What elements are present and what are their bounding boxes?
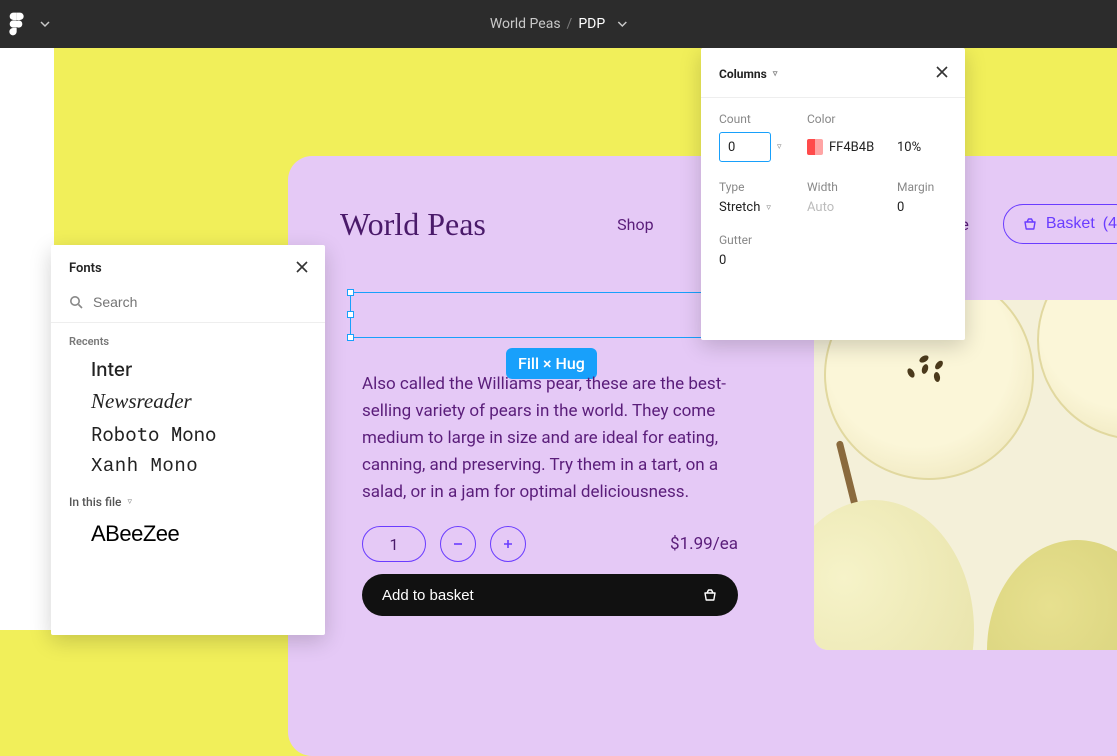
fonts-panel[interactable]: Fonts Recents Inter Newsreader Roboto Mo…	[51, 245, 325, 635]
font-item-newsreader[interactable]: Newsreader	[51, 385, 325, 418]
add-to-basket-button[interactable]: Add to basket	[362, 574, 738, 616]
columns-panel-header: Columns ▿	[701, 60, 965, 98]
fonts-panel-header: Fonts	[51, 245, 325, 288]
type-select[interactable]: Stretch ▿	[719, 200, 807, 215]
chevron-down-icon: ▿	[773, 69, 778, 79]
type-label: Type	[719, 180, 807, 194]
color-label: Color	[807, 112, 897, 126]
color-swatch[interactable]	[807, 139, 823, 155]
columns-title-text: Columns	[719, 67, 767, 81]
fonts-search-input[interactable]	[93, 294, 309, 310]
gutter-input[interactable]: 0	[719, 253, 807, 268]
type-value: Stretch	[719, 200, 760, 215]
gutter-label: Gutter	[719, 233, 807, 247]
search-icon	[69, 295, 83, 309]
columns-grid: Count Color 0 ▿ FF4B4B 10% Type Width Ma…	[701, 98, 965, 268]
color-field[interactable]: FF4B4B	[807, 132, 897, 162]
margin-label: Margin	[897, 180, 957, 194]
chevron-down-icon: ▿	[127, 497, 132, 507]
basket-icon	[1022, 216, 1038, 232]
chevron-down-icon[interactable]: ▿	[777, 142, 782, 152]
font-item-inter[interactable]: Inter	[51, 354, 325, 385]
decrement-button[interactable]	[440, 526, 476, 562]
chevron-down-icon: ▿	[766, 203, 771, 213]
basket-icon	[702, 587, 718, 603]
margin-input[interactable]: 0	[897, 200, 957, 215]
basket-button[interactable]: Basket (4	[1003, 204, 1117, 244]
count-label: Count	[719, 112, 807, 126]
resize-handle[interactable]	[347, 311, 354, 318]
basket-count: (4	[1103, 215, 1117, 233]
product-description[interactable]: Also called the Williams pear, these are…	[362, 371, 736, 506]
breadcrumb[interactable]: World Peas / PDP	[490, 16, 627, 32]
fonts-panel-title: Fonts	[69, 261, 102, 276]
resize-handle[interactable]	[347, 334, 354, 341]
app-toolbar: World Peas / PDP	[0, 0, 1117, 48]
page-name[interactable]: PDP	[578, 16, 605, 32]
resize-handle[interactable]	[347, 289, 354, 296]
price-label: $1.99/ea	[670, 534, 738, 554]
columns-panel-title[interactable]: Columns ▿	[719, 67, 777, 81]
basket-label: Basket	[1046, 215, 1095, 233]
figma-logo-icon[interactable]	[8, 11, 26, 37]
color-opacity[interactable]: 10%	[897, 132, 957, 162]
quantity-controls: 1	[362, 526, 526, 562]
columns-panel[interactable]: Columns ▿ Count Color 0 ▿ FF4B4B 10% Typ…	[701, 48, 965, 340]
breadcrumb-sep: /	[567, 16, 573, 32]
in-this-file-toggle[interactable]: In this file ▿	[51, 481, 325, 515]
width-label: Width	[807, 180, 897, 194]
fonts-search-row	[51, 288, 325, 323]
font-item-xanh-mono[interactable]: Xanh Mono	[51, 451, 325, 481]
font-item-abeezee[interactable]: ABeeZee	[51, 515, 325, 547]
increment-button[interactable]	[490, 526, 526, 562]
count-field: 0 ▿	[719, 132, 807, 162]
quantity-value[interactable]: 1	[362, 526, 426, 562]
close-icon[interactable]	[295, 259, 309, 278]
add-to-basket-label: Add to basket	[382, 587, 474, 604]
product-image[interactable]	[814, 300, 1117, 650]
close-icon[interactable]	[935, 64, 949, 83]
font-item-roboto-mono[interactable]: Roboto Mono	[51, 418, 325, 451]
toolbar-left	[8, 11, 50, 37]
nav-shop[interactable]: Shop	[617, 215, 653, 234]
color-hex[interactable]: FF4B4B	[829, 140, 874, 155]
count-input[interactable]: 0	[719, 132, 771, 162]
chevron-down-icon[interactable]	[617, 19, 627, 29]
in-file-label: In this file	[69, 495, 121, 509]
project-name[interactable]: World Peas	[490, 16, 561, 32]
width-value: Auto	[807, 200, 897, 215]
canvas[interactable]: World Peas Shop file Basket (4 Fill × Hu…	[0, 48, 1117, 630]
selected-frame-outline[interactable]	[350, 292, 736, 338]
chevron-down-icon[interactable]	[40, 19, 50, 29]
quantity-row: 1 $1.99/ea	[362, 526, 738, 562]
brand-logo: World Peas	[340, 206, 486, 243]
recents-label: Recents	[51, 323, 325, 354]
